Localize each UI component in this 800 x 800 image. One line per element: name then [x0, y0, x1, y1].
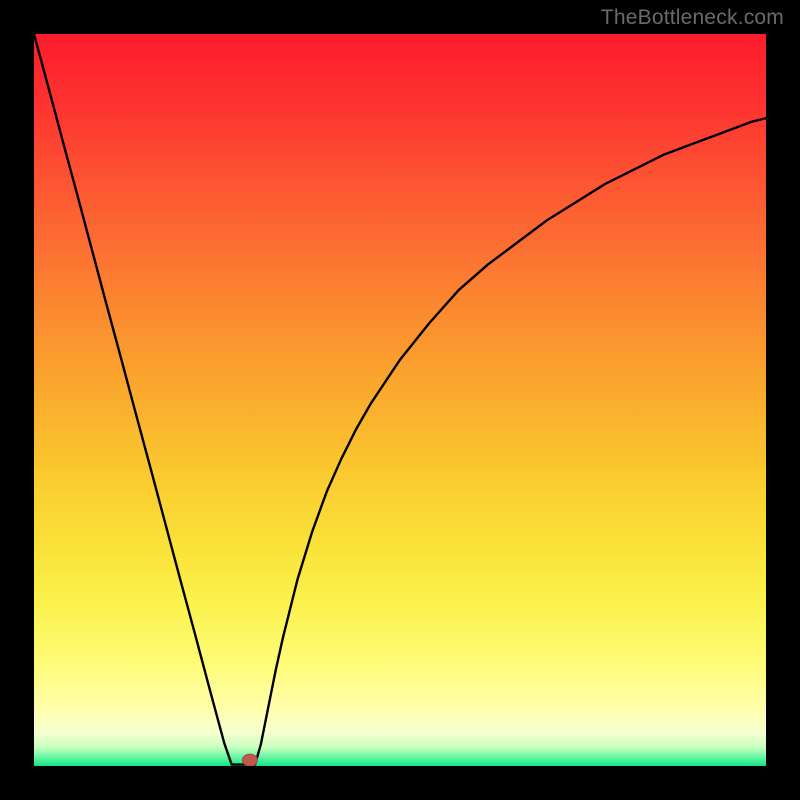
watermark-text: TheBottleneck.com	[601, 6, 784, 30]
optimal-point-marker	[242, 754, 257, 766]
gradient-background	[34, 34, 766, 766]
chart-svg	[34, 34, 766, 766]
chart-frame: TheBottleneck.com	[0, 0, 800, 800]
plot-area	[34, 34, 766, 766]
